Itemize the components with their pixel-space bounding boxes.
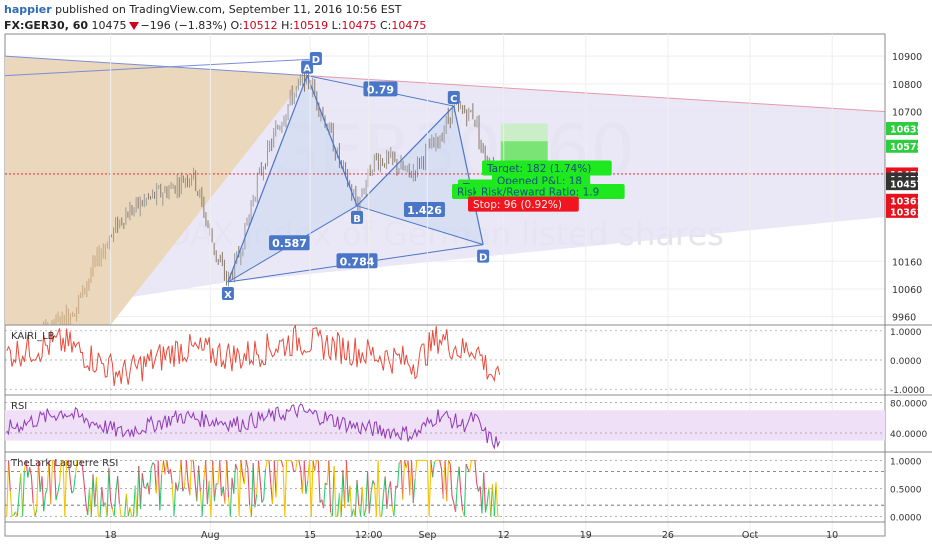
time-tick: Aug [201,530,220,541]
ratio-label: 0.79 [367,83,394,96]
pattern-point-label: C [450,94,457,105]
pane-tick: 80.0000 [890,400,927,410]
time-tick: 10 [826,530,838,541]
ratio-label: 1.426 [407,204,442,217]
pattern-point-label: B [353,214,361,225]
stop-label: Stop: 96 (0.92%) [473,199,562,211]
ratio-label: 0.784 [340,255,375,268]
price-tick: 10160 [892,257,922,268]
time-tick: 26 [662,530,674,541]
pane-title: KAIRI_LB [11,331,55,342]
time-tick: Sep [418,530,436,541]
rsi-band [5,410,885,441]
price-tick: 10800 [892,80,922,91]
time-tick: 15 [304,530,316,541]
price-tick: 10900 [892,52,922,63]
price-label: 10639 [890,125,923,136]
pattern-point-label: D [479,253,487,264]
time-tick: 19 [580,530,592,541]
pane-tick: 1.0000 [890,457,922,467]
pattern-point-label: A [303,64,311,75]
time-tick: 12:00 [355,530,382,541]
pane-title: TheLark Laguerre RSI [10,458,118,469]
price-tick: 10060 [892,285,922,296]
price-tick: 9960 [892,313,916,324]
pane-tick: -1.0000 [890,386,925,396]
pane-title: RSI [11,401,27,412]
pane-tick: 1.0000 [890,328,922,338]
pane-tick: 0.5000 [890,485,922,495]
price-label: 10457 [890,180,923,191]
time-tick: 12 [498,530,510,541]
price-label: 10361 [890,207,923,218]
ratio-label: 0.587 [272,237,307,250]
time-tick: 18 [105,530,117,541]
price-label: 10575 [890,142,923,153]
chart-canvas[interactable]: GER30, 60DAX index of German listed shar… [0,0,932,550]
time-tick: Oct [742,530,759,541]
pane-tick: 0.0000 [890,513,922,523]
pane-tick: 40.0000 [890,430,927,440]
pattern-point-label: X [224,290,232,301]
pane-tick: 0.0000 [890,357,922,367]
pattern-point-label: D [312,55,320,66]
price-tick: 10700 [892,108,922,119]
